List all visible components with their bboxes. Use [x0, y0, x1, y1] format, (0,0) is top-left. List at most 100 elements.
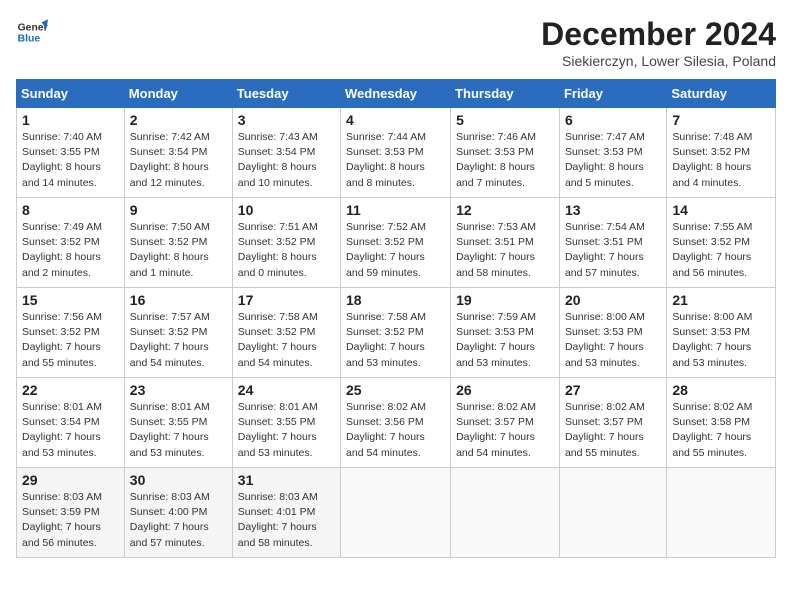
day-number: 29 [22, 472, 119, 488]
sunrise-time: Sunrise: 8:02 AM [346, 401, 426, 413]
sunrise-time: Sunrise: 7:56 AM [22, 311, 102, 323]
day-info: Sunrise: 7:44 AM Sunset: 3:53 PM Dayligh… [346, 130, 445, 191]
table-row: 7 Sunrise: 7:48 AM Sunset: 3:52 PM Dayli… [667, 108, 776, 198]
table-row [451, 468, 560, 558]
day-number: 22 [22, 382, 119, 398]
sunset-time: Sunset: 3:57 PM [565, 416, 643, 428]
svg-text:Blue: Blue [18, 34, 41, 45]
table-row: 16 Sunrise: 7:57 AM Sunset: 3:52 PM Dayl… [124, 288, 232, 378]
daylight-hours: Daylight: 7 hours and 56 minutes. [672, 251, 751, 278]
table-row: 25 Sunrise: 8:02 AM Sunset: 3:56 PM Dayl… [341, 378, 451, 468]
day-number: 16 [130, 292, 227, 308]
sunset-time: Sunset: 3:56 PM [346, 416, 424, 428]
daylight-hours: Daylight: 8 hours and 7 minutes. [456, 161, 535, 188]
day-number: 30 [130, 472, 227, 488]
col-thursday: Thursday [451, 80, 560, 108]
daylight-hours: Daylight: 8 hours and 12 minutes. [130, 161, 209, 188]
table-row: 19 Sunrise: 7:59 AM Sunset: 3:53 PM Dayl… [451, 288, 560, 378]
day-number: 14 [672, 202, 770, 218]
daylight-hours: Daylight: 7 hours and 53 minutes. [346, 341, 425, 368]
col-tuesday: Tuesday [232, 80, 340, 108]
sunset-time: Sunset: 3:52 PM [22, 236, 100, 248]
col-wednesday: Wednesday [341, 80, 451, 108]
sunset-time: Sunset: 3:53 PM [672, 326, 750, 338]
day-info: Sunrise: 7:58 AM Sunset: 3:52 PM Dayligh… [346, 310, 445, 371]
table-row: 27 Sunrise: 8:02 AM Sunset: 3:57 PM Dayl… [559, 378, 666, 468]
sunset-time: Sunset: 3:55 PM [130, 416, 208, 428]
sunrise-time: Sunrise: 7:47 AM [565, 131, 645, 143]
location-subtitle: Siekierczyn, Lower Silesia, Poland [541, 53, 776, 69]
sunrise-time: Sunrise: 7:48 AM [672, 131, 752, 143]
logo: General Blue [16, 16, 48, 48]
sunrise-time: Sunrise: 8:01 AM [238, 401, 318, 413]
daylight-hours: Daylight: 8 hours and 14 minutes. [22, 161, 101, 188]
sunrise-time: Sunrise: 8:00 AM [672, 311, 752, 323]
sunrise-time: Sunrise: 8:01 AM [22, 401, 102, 413]
daylight-hours: Daylight: 7 hours and 53 minutes. [238, 431, 317, 458]
sunset-time: Sunset: 3:57 PM [456, 416, 534, 428]
daylight-hours: Daylight: 7 hours and 53 minutes. [456, 341, 535, 368]
day-info: Sunrise: 7:51 AM Sunset: 3:52 PM Dayligh… [238, 220, 335, 281]
daylight-hours: Daylight: 7 hours and 53 minutes. [672, 341, 751, 368]
sunrise-time: Sunrise: 7:42 AM [130, 131, 210, 143]
col-friday: Friday [559, 80, 666, 108]
daylight-hours: Daylight: 8 hours and 2 minutes. [22, 251, 101, 278]
sunrise-time: Sunrise: 7:55 AM [672, 221, 752, 233]
sunrise-time: Sunrise: 7:57 AM [130, 311, 210, 323]
table-row: 10 Sunrise: 7:51 AM Sunset: 3:52 PM Dayl… [232, 198, 340, 288]
day-info: Sunrise: 8:03 AM Sunset: 4:01 PM Dayligh… [238, 490, 335, 551]
day-info: Sunrise: 8:01 AM Sunset: 3:54 PM Dayligh… [22, 400, 119, 461]
sunrise-time: Sunrise: 7:49 AM [22, 221, 102, 233]
day-info: Sunrise: 7:42 AM Sunset: 3:54 PM Dayligh… [130, 130, 227, 191]
daylight-hours: Daylight: 8 hours and 8 minutes. [346, 161, 425, 188]
day-number: 26 [456, 382, 554, 398]
daylight-hours: Daylight: 7 hours and 53 minutes. [565, 341, 644, 368]
sunset-time: Sunset: 3:55 PM [22, 146, 100, 158]
sunset-time: Sunset: 3:52 PM [238, 236, 316, 248]
calendar-week-row: 1 Sunrise: 7:40 AM Sunset: 3:55 PM Dayli… [17, 108, 776, 198]
daylight-hours: Daylight: 7 hours and 56 minutes. [22, 521, 101, 548]
day-number: 19 [456, 292, 554, 308]
table-row: 29 Sunrise: 8:03 AM Sunset: 3:59 PM Dayl… [17, 468, 125, 558]
table-row: 8 Sunrise: 7:49 AM Sunset: 3:52 PM Dayli… [17, 198, 125, 288]
table-row [559, 468, 666, 558]
day-info: Sunrise: 7:47 AM Sunset: 3:53 PM Dayligh… [565, 130, 661, 191]
table-row: 17 Sunrise: 7:58 AM Sunset: 3:52 PM Dayl… [232, 288, 340, 378]
table-row: 23 Sunrise: 8:01 AM Sunset: 3:55 PM Dayl… [124, 378, 232, 468]
daylight-hours: Daylight: 8 hours and 0 minutes. [238, 251, 317, 278]
daylight-hours: Daylight: 7 hours and 54 minutes. [346, 431, 425, 458]
day-info: Sunrise: 7:57 AM Sunset: 3:52 PM Dayligh… [130, 310, 227, 371]
sunrise-time: Sunrise: 7:46 AM [456, 131, 536, 143]
day-number: 10 [238, 202, 335, 218]
sunrise-time: Sunrise: 7:53 AM [456, 221, 536, 233]
table-row: 11 Sunrise: 7:52 AM Sunset: 3:52 PM Dayl… [341, 198, 451, 288]
day-info: Sunrise: 7:50 AM Sunset: 3:52 PM Dayligh… [130, 220, 227, 281]
day-info: Sunrise: 7:48 AM Sunset: 3:52 PM Dayligh… [672, 130, 770, 191]
table-row [667, 468, 776, 558]
table-row: 14 Sunrise: 7:55 AM Sunset: 3:52 PM Dayl… [667, 198, 776, 288]
sunset-time: Sunset: 3:53 PM [456, 326, 534, 338]
table-row: 12 Sunrise: 7:53 AM Sunset: 3:51 PM Dayl… [451, 198, 560, 288]
daylight-hours: Daylight: 8 hours and 5 minutes. [565, 161, 644, 188]
page-header: General Blue December 2024 Siekierczyn, … [16, 16, 776, 69]
day-info: Sunrise: 8:03 AM Sunset: 4:00 PM Dayligh… [130, 490, 227, 551]
day-number: 5 [456, 112, 554, 128]
col-saturday: Saturday [667, 80, 776, 108]
sunset-time: Sunset: 3:54 PM [22, 416, 100, 428]
sunset-time: Sunset: 3:51 PM [565, 236, 643, 248]
day-number: 1 [22, 112, 119, 128]
daylight-hours: Daylight: 7 hours and 53 minutes. [130, 431, 209, 458]
day-info: Sunrise: 8:03 AM Sunset: 3:59 PM Dayligh… [22, 490, 119, 551]
calendar-week-row: 29 Sunrise: 8:03 AM Sunset: 3:59 PM Dayl… [17, 468, 776, 558]
sunrise-time: Sunrise: 8:02 AM [565, 401, 645, 413]
sunrise-time: Sunrise: 7:51 AM [238, 221, 318, 233]
sunrise-time: Sunrise: 8:02 AM [456, 401, 536, 413]
sunrise-time: Sunrise: 7:58 AM [346, 311, 426, 323]
day-number: 2 [130, 112, 227, 128]
day-info: Sunrise: 8:02 AM Sunset: 3:57 PM Dayligh… [565, 400, 661, 461]
daylight-hours: Daylight: 7 hours and 58 minutes. [238, 521, 317, 548]
day-number: 23 [130, 382, 227, 398]
table-row: 31 Sunrise: 8:03 AM Sunset: 4:01 PM Dayl… [232, 468, 340, 558]
title-block: December 2024 Siekierczyn, Lower Silesia… [541, 16, 776, 69]
sunrise-time: Sunrise: 7:44 AM [346, 131, 426, 143]
